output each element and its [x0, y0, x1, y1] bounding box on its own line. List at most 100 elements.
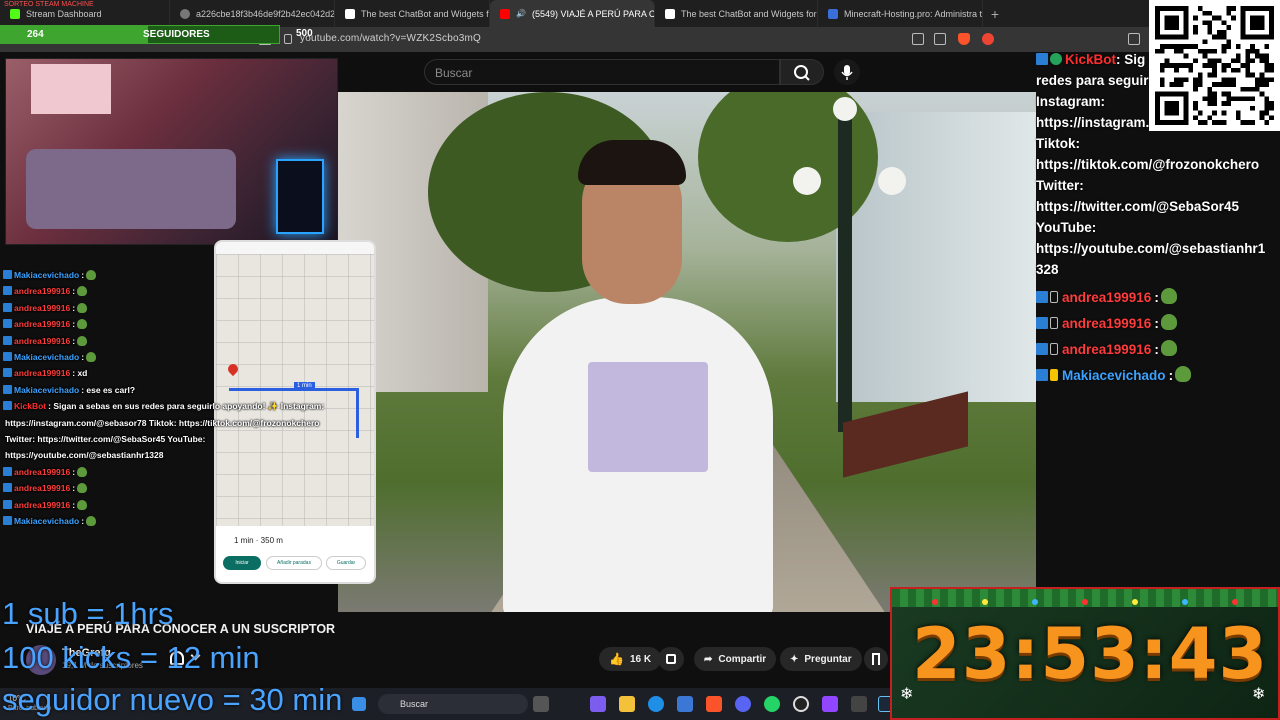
- chat-username[interactable]: KickBot: [14, 401, 46, 411]
- subathon-timer: 23:53:43 ❄ ❄: [890, 587, 1280, 720]
- timer-value: 23:53:43: [912, 613, 1269, 695]
- youtube-search-button[interactable]: [780, 59, 824, 85]
- chat-username[interactable]: andrea199916: [14, 319, 70, 329]
- share-button[interactable]: ➦ Compartir: [694, 647, 777, 671]
- kickbot-line: Instagram:: [1036, 94, 1106, 109]
- tab-chatbot-1[interactable]: The best ChatBot and Widgets for Ki: [335, 0, 490, 27]
- chat-message: https://instagram.com/@sebasor78 Tiktok:…: [3, 418, 319, 428]
- chat-username[interactable]: andrea199916: [14, 336, 70, 346]
- chat-message: andrea199916:: [3, 286, 88, 297]
- save-button[interactable]: [864, 647, 888, 671]
- discord-icon[interactable]: [735, 696, 751, 712]
- chat-message: andrea199916:: [1036, 340, 1177, 357]
- scene-lamp-globe: [878, 167, 906, 195]
- stream-chat-left: Makiacevichado: andrea199916: andrea199916…: [0, 270, 380, 526]
- whatsapp-icon[interactable]: [764, 696, 780, 712]
- chat-username[interactable]: andrea199916: [14, 303, 70, 313]
- followers-progress-fill: [1, 26, 148, 43]
- chat-message: andrea199916:: [3, 302, 88, 313]
- sidebar-icon[interactable]: [1128, 33, 1140, 45]
- chat-username[interactable]: andrea199916: [14, 368, 70, 378]
- scene-lamp-globe: [833, 97, 857, 121]
- url-field[interactable]: youtube.com/watch?v=WZK2Scbo3mQ: [300, 33, 481, 44]
- taskbar-search[interactable]: Buscar: [378, 694, 528, 714]
- chat-message: andrea199916:: [3, 499, 88, 510]
- new-tab-button[interactable]: +: [983, 6, 1007, 22]
- kickbot-line: redes para seguir: [1036, 73, 1149, 88]
- store-icon[interactable]: [677, 696, 693, 712]
- light-bulb-icon: [1232, 599, 1238, 605]
- twitch-icon[interactable]: [822, 696, 838, 712]
- chat-text: :: [1154, 290, 1159, 305]
- giveaway-text: SORTEO STEAM MACHINE: [4, 1, 94, 8]
- chat-badge-icon: [1036, 291, 1048, 303]
- chat-username[interactable]: Makiacevichado: [1062, 368, 1166, 383]
- task-view-icon[interactable]: [533, 696, 549, 712]
- snowflake-icon: ❄: [1252, 686, 1266, 703]
- ask-button[interactable]: ✦ Preguntar: [780, 647, 862, 671]
- dislike-button[interactable]: [658, 647, 684, 671]
- chat-username[interactable]: Makiacevichado: [14, 385, 79, 395]
- qr-code-image: [1155, 6, 1274, 125]
- tab-youtube[interactable]: 🔊(5549) VIAJÉ A PERÚ PARA CO✕: [490, 0, 655, 27]
- share-icon[interactable]: [934, 33, 946, 45]
- chat-username[interactable]: Makiacevichado: [14, 270, 79, 280]
- chat-username[interactable]: andrea199916: [1062, 316, 1151, 331]
- scene-lamppost: [838, 102, 852, 432]
- kickbot-line: YouTube:: [1036, 220, 1097, 235]
- chat-badge-icon: [3, 302, 12, 312]
- edge-icon[interactable]: [648, 696, 664, 712]
- webcam-bed: [26, 149, 236, 229]
- verified-badge-icon: [1050, 53, 1062, 65]
- chat-username[interactable]: andrea199916: [14, 467, 70, 477]
- chat-message-kickbot: KickBot: Sig: [1036, 52, 1145, 67]
- bot-badge-icon: [1036, 53, 1048, 65]
- scene-shirt-print: [588, 362, 708, 472]
- obs-icon[interactable]: [793, 696, 809, 712]
- brave-shield-icon[interactable]: [958, 33, 970, 45]
- windows-start-icon[interactable]: [352, 697, 366, 711]
- chat-badge-icon: [3, 335, 12, 345]
- chat-username[interactable]: andrea199916: [14, 286, 70, 296]
- start-navigation-button[interactable]: Iniciar: [223, 556, 261, 570]
- kickbot-line: https://twitter.com/@SebaSor45: [1036, 199, 1239, 214]
- add-stops-button[interactable]: Añadir paradas: [266, 556, 322, 570]
- voice-search-button[interactable]: [834, 59, 860, 85]
- overlay-follower-rule: seguidor nuevo = 30 min: [2, 682, 343, 717]
- light-bulb-icon: [1082, 599, 1088, 605]
- chat-text: :: [81, 270, 85, 280]
- tab-chatbot-2[interactable]: The best ChatBot and Widgets for Ki: [655, 0, 818, 27]
- chat-username[interactable]: Makiacevichado: [14, 352, 79, 362]
- chat-username[interactable]: andrea199916: [1062, 290, 1151, 305]
- pepe-emote-icon: [86, 270, 97, 280]
- app-icon[interactable]: [851, 696, 867, 712]
- copilot-icon[interactable]: [590, 696, 606, 712]
- sparkle-icon: ✦: [790, 653, 799, 665]
- tab-minecraft[interactable]: Minecraft-Hosting.pro: Administra tu: [818, 0, 983, 27]
- chat-badge-icon: [3, 352, 12, 361]
- light-bulb-icon: [1132, 599, 1138, 605]
- bookmark-icon: [872, 653, 880, 665]
- chat-username[interactable]: andrea199916: [14, 483, 70, 493]
- like-button[interactable]: 👍 16 K: [599, 647, 662, 671]
- snowflake-icon: ❄: [900, 686, 914, 703]
- scene-bench: [843, 391, 968, 478]
- chat-message: andrea199916:: [3, 466, 88, 477]
- brave-icon[interactable]: [706, 696, 722, 712]
- site-info-icon[interactable]: [284, 34, 292, 44]
- video-player[interactable]: [338, 92, 1036, 612]
- chat-username[interactable]: Makiacevichado: [14, 516, 79, 526]
- chat-badge-icon: [3, 499, 12, 509]
- rewards-icon[interactable]: [982, 33, 994, 45]
- chat-badge-icon: [3, 483, 12, 493]
- save-route-button[interactable]: Guardar: [326, 556, 366, 570]
- chat-text: : Sigan a sebas en sus redes para seguir…: [48, 401, 325, 412]
- chat-username[interactable]: andrea199916: [1062, 342, 1151, 357]
- cast-icon[interactable]: [912, 33, 924, 45]
- chat-username[interactable]: andrea199916: [14, 500, 70, 510]
- light-bulb-icon: [1032, 599, 1038, 605]
- file-explorer-icon[interactable]: [619, 696, 635, 712]
- chat-badge-icon: [3, 368, 12, 378]
- followers-goal-bar: 264 SEGUIDORES: [0, 25, 280, 44]
- youtube-search-input[interactable]: Buscar: [424, 59, 780, 85]
